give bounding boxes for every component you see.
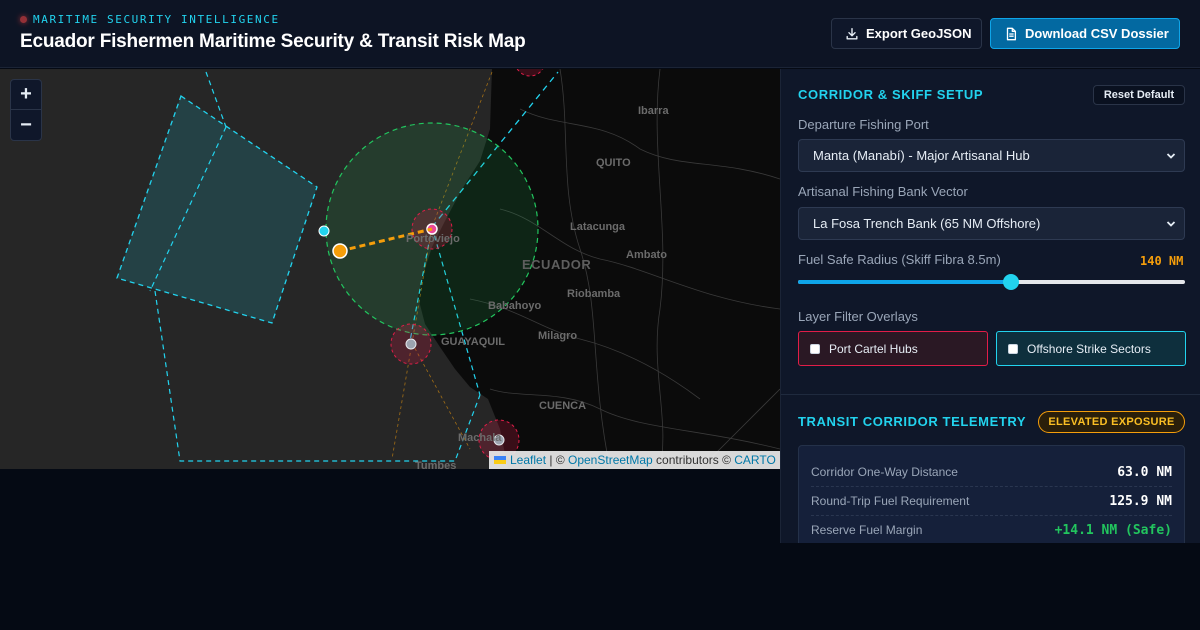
waypoint-marker[interactable] xyxy=(318,225,330,237)
city-label-latacunga: Latacunga xyxy=(570,221,626,233)
checkbox-icon[interactable] xyxy=(810,343,820,354)
fishing-bank-marker[interactable] xyxy=(332,243,348,259)
leaflet-link[interactable]: Leaflet xyxy=(510,453,546,467)
export-geojson-label: Export GeoJSON xyxy=(866,26,972,41)
control-panel: CORRIDOR & SKIFF SETUP Reset Default Dep… xyxy=(780,69,1200,543)
osm-link[interactable]: OpenStreetMap xyxy=(568,453,653,467)
setup-section-title: CORRIDOR & SKIFF SETUP xyxy=(798,87,984,102)
telemetry-key: Reserve Fuel Margin xyxy=(811,523,923,537)
carto-link[interactable]: CARTO xyxy=(734,453,776,467)
port-label: Departure Fishing Port xyxy=(798,117,929,132)
status-dot-icon xyxy=(20,16,27,23)
slider-thumb[interactable] xyxy=(1002,274,1019,290)
overlay-strike-label: Offshore Strike Sectors xyxy=(1027,341,1151,356)
checkbox-icon[interactable] xyxy=(1008,343,1018,354)
city-label-cuenca: CUENCA xyxy=(539,400,587,412)
chevron-down-icon xyxy=(1166,221,1176,227)
telemetry-row: Round-Trip Fuel Requirement 125.9 NM xyxy=(811,487,1172,516)
city-label-tumbes: Tumbes xyxy=(415,460,457,469)
chevron-down-icon xyxy=(1166,153,1176,159)
city-label-ambato: Ambato xyxy=(626,249,667,261)
document-icon xyxy=(1006,27,1017,40)
port-select[interactable]: Manta (Manabí) - Major Artisanal Hub xyxy=(798,139,1185,172)
telemetry-key: Round-Trip Fuel Requirement xyxy=(811,494,970,508)
city-label-babahoyo: Babahoyo xyxy=(488,300,542,312)
zoom-control: + − xyxy=(10,79,42,141)
download-csv-label: Download CSV Dossier xyxy=(1025,26,1169,41)
bank-label: Artisanal Fishing Bank Vector xyxy=(798,184,968,199)
page-title: Ecuador Fishermen Maritime Security & Tr… xyxy=(20,31,526,52)
overlay-toggle-strike-sectors[interactable]: Offshore Strike Sectors xyxy=(996,331,1186,366)
bank-select[interactable]: La Fosa Trench Bank (65 NM Offshore) xyxy=(798,207,1185,240)
telemetry-section-title: TRANSIT CORRIDOR TELEMETRY xyxy=(798,414,1027,429)
attribution-sep: | © xyxy=(546,453,568,467)
zoom-out-button[interactable]: − xyxy=(11,110,41,140)
telemetry-row: Reserve Fuel Margin +14.1 NM (Safe) xyxy=(811,516,1172,543)
map-layers xyxy=(116,69,780,469)
kicker-text: MARITIME SECURITY INTELLIGENCE xyxy=(33,13,280,26)
strike-sector-polygon xyxy=(116,94,318,324)
fuel-radius-slider[interactable] xyxy=(798,274,1185,290)
bank-select-value: La Fosa Trench Bank (65 NM Offshore) xyxy=(813,216,1041,231)
city-label-milagro: Milagro xyxy=(538,330,578,342)
reset-default-button[interactable]: Reset Default xyxy=(1093,85,1185,105)
telemetry-key: Corridor One-Way Distance xyxy=(811,465,958,479)
telemetry-value: 63.0 NM xyxy=(1117,464,1172,480)
download-csv-button[interactable]: Download CSV Dossier xyxy=(990,18,1180,49)
export-geojson-button[interactable]: Export GeoJSON xyxy=(831,18,982,49)
city-label-portoviejo: Portoviejo xyxy=(406,233,460,245)
slider-fill xyxy=(798,280,1011,284)
city-label-ibarra: Ibarra xyxy=(638,105,669,117)
overlay-toggle-cartel-hubs[interactable]: Port Cartel Hubs xyxy=(798,331,988,366)
overlay-cartel-label: Port Cartel Hubs xyxy=(829,341,918,356)
city-label-guayaquil: GUAYAQUIL xyxy=(441,336,505,348)
map-attribution: Leaflet | © OpenStreetMap contributors ©… xyxy=(489,451,780,469)
telemetry-row: Corridor One-Way Distance 63.0 NM xyxy=(811,458,1172,487)
cartel-hub-marker[interactable] xyxy=(405,338,417,350)
fuel-radius-label: Fuel Safe Radius (Skiff Fibra 8.5m) xyxy=(798,252,1001,267)
city-label-quito: QUITO xyxy=(596,157,631,169)
port-select-value: Manta (Manabí) - Major Artisanal Hub xyxy=(813,148,1030,163)
overlays-label: Layer Filter Overlays xyxy=(798,309,918,324)
section-divider xyxy=(781,394,1200,395)
telemetry-value: +14.1 NM (Safe) xyxy=(1054,522,1172,538)
attribution-contrib: contributors © xyxy=(652,453,735,467)
city-label-riobamba: Riobamba xyxy=(567,288,621,300)
city-label-machala: Machala xyxy=(458,432,502,444)
download-icon xyxy=(846,27,858,40)
exposure-badge: ELEVATED EXPOSURE xyxy=(1038,411,1185,433)
telemetry-value: 125.9 NM xyxy=(1109,493,1172,509)
app-header: MARITIME SECURITY INTELLIGENCE Ecuador F… xyxy=(0,0,1200,68)
fuel-radius-value: 140 NM xyxy=(1140,254,1184,268)
country-label-ecuador: ECUADOR xyxy=(522,257,592,272)
ukraine-flag-icon xyxy=(494,456,506,464)
zoom-in-button[interactable]: + xyxy=(11,80,41,110)
header-kicker: MARITIME SECURITY INTELLIGENCE xyxy=(20,13,280,26)
map-canvas[interactable]: Ibarra QUITO Latacunga ECUADOR Ambato Po… xyxy=(0,69,780,469)
telemetry-card: Corridor One-Way Distance 63.0 NM Round-… xyxy=(798,445,1185,543)
